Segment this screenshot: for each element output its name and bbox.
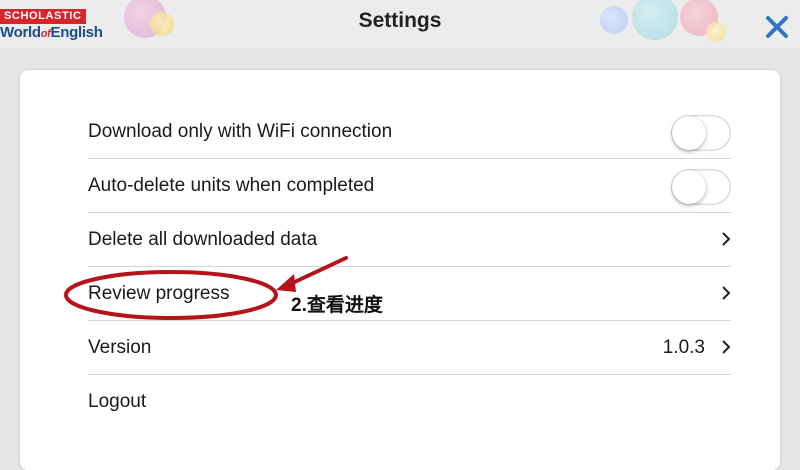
annotation-label: 2.查看进度 [291,295,383,316]
chevron-right-icon [722,340,731,354]
setting-row-delete-data[interactable]: Delete all downloaded data [88,213,731,267]
setting-label: Download only with WiFi connection [88,121,393,142]
close-button[interactable] [763,13,791,41]
top-bar: SCHOLASTIC WorldofEnglish Settings [0,0,800,48]
setting-label: Version [88,337,152,358]
wifi-download-toggle[interactable] [671,115,731,151]
setting-row-version[interactable]: Version 1.0.3 [88,321,731,375]
annotation-ellipse [64,270,278,320]
chevron-right-icon [722,286,731,300]
page-title: Settings [358,9,442,32]
chevron-right-icon [722,232,731,246]
close-icon [766,16,788,38]
setting-label: Delete all downloaded data [88,229,318,250]
setting-row-logout[interactable]: Logout [88,375,731,428]
version-value: 1.0.3 [662,337,705,358]
setting-label: Auto-delete units when completed [88,175,375,196]
toggle-knob [672,116,706,150]
setting-row-wifi-download: Download only with WiFi connection [88,105,731,159]
toggle-knob [672,170,706,204]
setting-row-auto-delete: Auto-delete units when completed [88,159,731,213]
setting-label: Logout [88,391,147,412]
auto-delete-toggle[interactable] [671,169,731,205]
